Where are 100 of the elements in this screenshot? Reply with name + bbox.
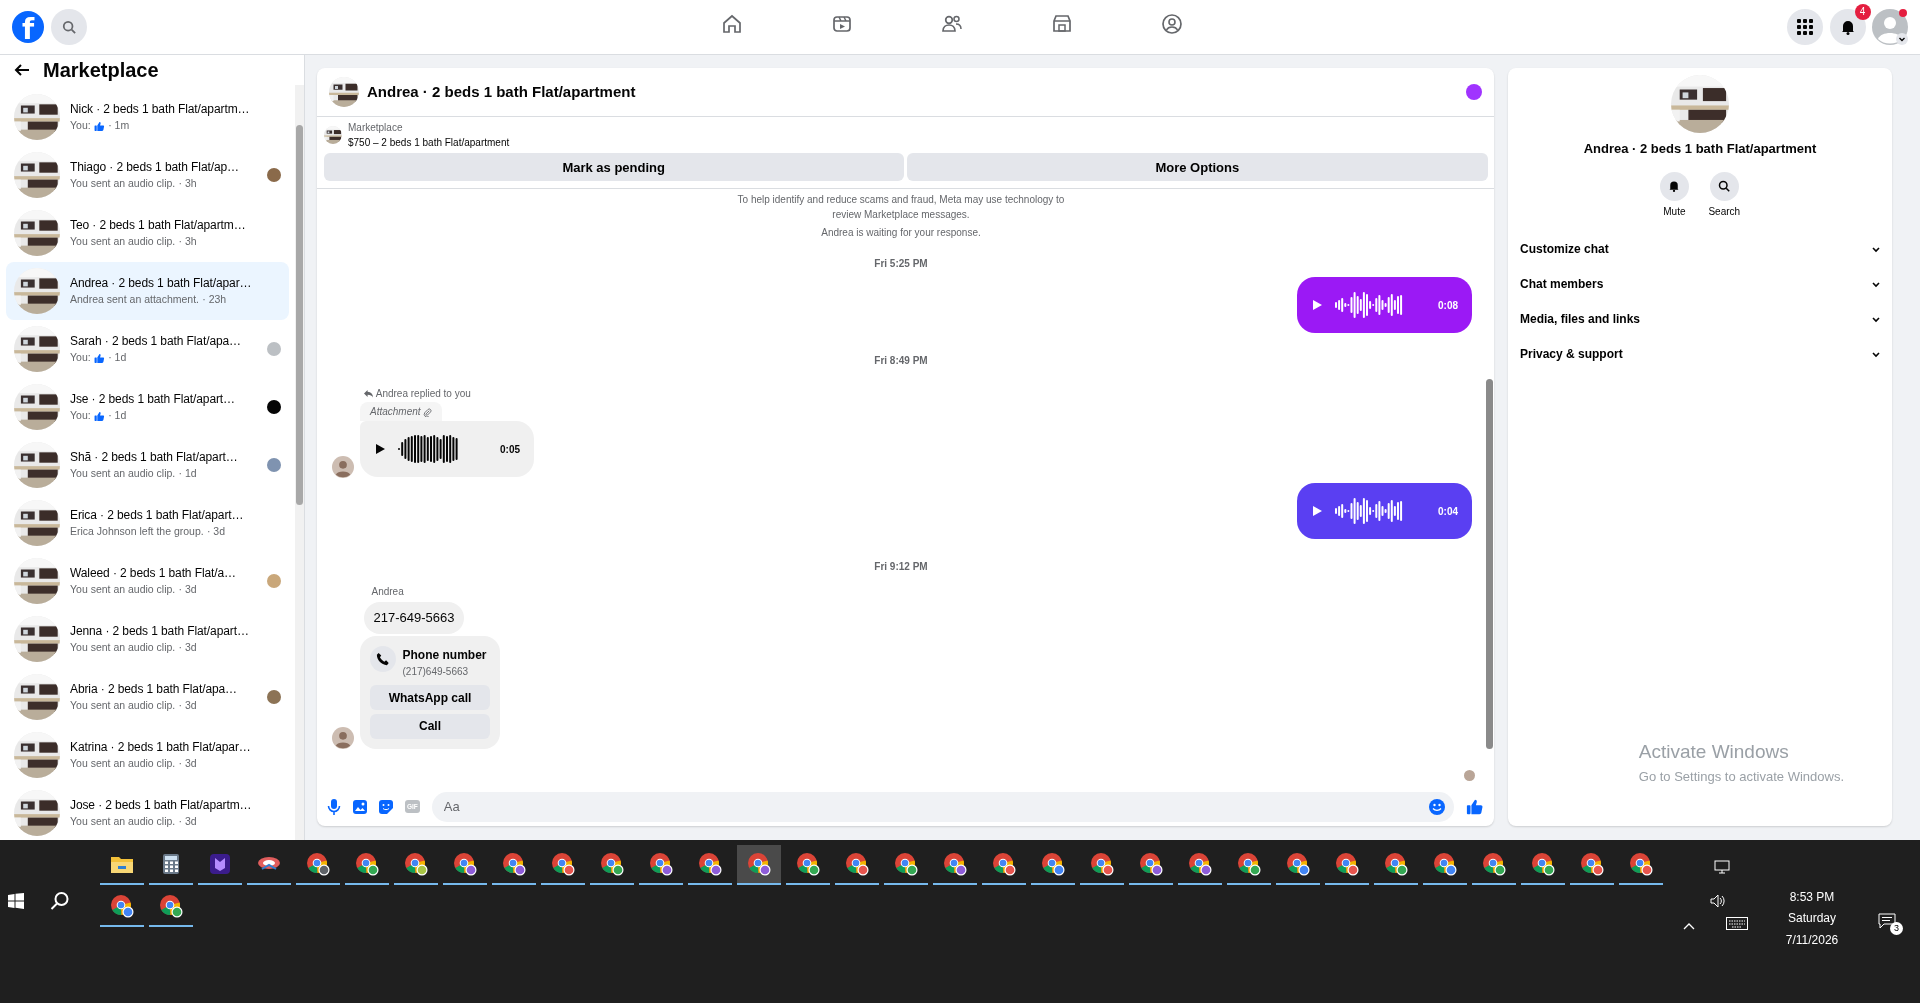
browser-icon [649, 852, 673, 876]
conversation-item[interactable]: Teo · 2 beds 1 bath Flat/apartm… You sent an audio clip. · 3h [6, 204, 290, 263]
reply-icon [363, 389, 373, 399]
message-preview: You sent an audio clip. [70, 814, 176, 830]
phone-number: (217)649-5663 [402, 664, 470, 679]
call-button[interactable]: Call [370, 713, 490, 739]
play-icon[interactable] [1311, 505, 1323, 518]
info-icon[interactable] [1466, 83, 1482, 100]
windows-icon [8, 893, 24, 910]
browser-icon [1482, 852, 1506, 876]
play-icon[interactable] [374, 443, 386, 456]
section-header[interactable]: Chat members [1508, 266, 1892, 302]
conversation-item[interactable]: Katrina · 2 beds 1 bath Flat/apar… You sent an audio clip. · 3d [6, 726, 290, 785]
clock-date[interactable]: 7/11/2026 [1785, 930, 1839, 949]
browser-icon [404, 852, 428, 876]
conversation-item[interactable]: Thiago · 2 beds 1 bath Flat/ap… You sent an audio clip. · 3h [6, 146, 290, 205]
message-time: · 1d [108, 408, 127, 424]
conversation-title: Katrina · 2 beds 1 bath Flat/apar… [70, 739, 252, 757]
video-icon [831, 13, 853, 35]
notifications-button[interactable] [1829, 9, 1866, 45]
conversation-item[interactable]: Nick · 2 beds 1 bath Flat/apartm… You: · 1m [6, 88, 290, 147]
volume-icon [1710, 893, 1726, 908]
section-header[interactable]: Privacy & support [1508, 336, 1892, 372]
conversation-item[interactable]: Waleed · 2 beds 1 bath Flat/a… You sent an audio clip. · 3d [6, 552, 290, 611]
back-arrow-icon[interactable] [14, 62, 30, 78]
search-button[interactable] [49, 890, 70, 911]
timestamp: Fri 5:25 PM [874, 257, 928, 272]
search-icon [1718, 180, 1731, 192]
message-time: · 3d [178, 814, 197, 830]
taskbar-button[interactable] [737, 845, 781, 885]
start-button[interactable] [8, 890, 24, 911]
message-field[interactable]: Aa [431, 791, 1454, 822]
clock-day[interactable]: Saturday [1788, 909, 1836, 928]
voice-message[interactable]: 0:04 [1297, 483, 1472, 540]
reply-label: Andrea replied to you [375, 387, 471, 402]
activation-text: Go to Settings to activate Windows. [1638, 767, 1844, 786]
image-icon[interactable] [353, 799, 367, 814]
voice-message[interactable]: 0:05 [360, 421, 534, 478]
conversation-title: Jenna · 2 beds 1 bath Flat/apart… [70, 623, 250, 641]
activation-title: Activate Windows [1638, 740, 1790, 764]
account-button[interactable] [1872, 9, 1908, 45]
conversation-title: Sarah · 2 beds 1 bath Flat/apa… [70, 333, 242, 351]
profile-icon [1872, 9, 1908, 45]
waveform-drawing [1335, 496, 1404, 527]
conversation-item[interactable]: Andrea · 2 beds 1 bath Flat/apar… Andrea sent an attachment. · 23h [6, 262, 290, 321]
conversation-item[interactable]: Jenna · 2 beds 1 bath Flat/apart… You sent an audio clip. · 3d [6, 610, 290, 669]
notification-badge: 4 [1854, 4, 1871, 20]
browser-icon [698, 852, 722, 876]
conversation-item[interactable]: Sarah · 2 beds 1 bath Flat/apa… You: · 1d [6, 320, 290, 379]
notifications-icon[interactable] [1878, 910, 1896, 930]
conversation-item[interactable]: Erica · 2 beds 1 bath Flat/apart… Erica Johnson left the group. · 3d [6, 494, 290, 553]
shop-icon [1051, 13, 1073, 35]
action-label: Mute [1663, 204, 1686, 219]
search-icon [61, 20, 76, 34]
section-header[interactable]: Media, files and links [1508, 301, 1892, 337]
scrollbar[interactable] [295, 85, 304, 840]
display-icon [1714, 859, 1730, 874]
scrollbar[interactable] [1485, 188, 1494, 788]
grid-icon [1797, 19, 1813, 35]
message-time: · 23h [202, 292, 227, 308]
group-icon [1161, 13, 1183, 35]
microphone-icon[interactable] [327, 798, 341, 815]
facebook-logo[interactable]: f [12, 11, 44, 43]
conversation-item[interactable]: Jse · 2 beds 1 bath Flat/apart… You: · 1d [6, 378, 290, 437]
conversation-item[interactable]: Jose · 2 beds 1 bath Flat/apartm… You sent an audio clip. · 3d [6, 784, 290, 840]
menu-button[interactable] [1787, 9, 1823, 45]
action-button[interactable]: Mark as pending [323, 153, 904, 182]
action-button[interactable]: More Options [907, 153, 1488, 182]
conversation-item[interactable]: Shã · 2 beds 1 bath Flat/apart… You sent an audio clip. · 1d [6, 436, 290, 495]
browser-icon [1188, 852, 1212, 876]
listing-label: Marketplace [348, 121, 404, 135]
waveform-drawing [1335, 290, 1404, 321]
call-button[interactable]: WhatsApp call [370, 685, 490, 711]
message-preview: You: [70, 118, 91, 134]
message-time: · 3d [178, 640, 197, 656]
voice-message[interactable]: 0:08 [1297, 277, 1472, 334]
sticker-icon[interactable] [379, 799, 393, 814]
notification-count: 3 [1890, 922, 1903, 935]
mute-button[interactable] [1659, 171, 1689, 201]
message-preview: You sent an audio clip. [70, 234, 176, 250]
clock-time[interactable]: 8:53 PM [1789, 888, 1835, 906]
search-button[interactable] [1709, 171, 1739, 201]
browser-icon [796, 852, 820, 876]
chevron-icon [1872, 247, 1880, 254]
browser-icon [502, 852, 526, 876]
folder-icon [111, 854, 133, 874]
conversation-item[interactable]: Abria · 2 beds 1 bath Flat/apa… You sent an audio clip. · 3d [6, 668, 290, 727]
emoji-icon[interactable] [1429, 798, 1445, 815]
browser-icon [1090, 852, 1114, 876]
browser-icon [306, 852, 330, 876]
conversation-title: Waleed · 2 beds 1 bath Flat/a… [70, 565, 237, 583]
browser-icon [1041, 852, 1065, 876]
message-preview: You: [70, 350, 91, 366]
browser-icon [1580, 852, 1604, 876]
message-preview: You sent an audio clip. [70, 176, 176, 192]
section-header[interactable]: Customize chat [1508, 231, 1892, 267]
message-time: · 3d [178, 698, 197, 714]
sender-name: Andrea [371, 585, 405, 600]
paperclip-icon [423, 408, 433, 418]
calculator-icon [163, 854, 179, 874]
